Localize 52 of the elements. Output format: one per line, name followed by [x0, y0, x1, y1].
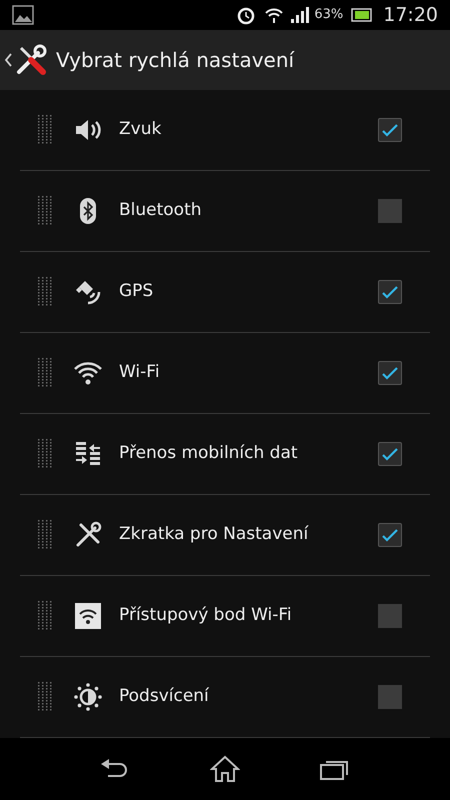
back-icon[interactable] — [100, 758, 130, 780]
battery-percent: 63% — [314, 6, 344, 24]
clock-time: 17:20 — [383, 2, 438, 28]
setting-row[interactable]: Zkratka pro Nastavení — [20, 495, 430, 576]
back-caret-icon — [4, 52, 12, 68]
recent-apps-icon[interactable] — [320, 758, 350, 780]
drag-handle-icon[interactable] — [38, 277, 53, 307]
home-icon[interactable] — [210, 755, 240, 783]
drag-handle-icon[interactable] — [38, 439, 53, 469]
setting-label: Wi-Fi — [119, 361, 161, 384]
checkbox[interactable] — [378, 361, 402, 385]
image-icon — [12, 5, 34, 25]
checkbox[interactable] — [378, 685, 402, 709]
checkbox[interactable] — [378, 442, 402, 466]
check-icon — [381, 123, 399, 137]
setting-label: Zvuk — [119, 118, 162, 142]
setting-label: Přístupový bod Wi-Fi — [119, 604, 293, 628]
check-icon — [381, 447, 399, 461]
setting-row[interactable]: Přístupový bod Wi-Fi — [20, 576, 430, 657]
setting-row[interactable]: Bluetooth — [20, 171, 430, 252]
setting-row[interactable]: Přenos mobilních dat — [20, 414, 430, 495]
hotspot-icon — [73, 601, 103, 631]
screen-title: Vybrat rychlá nastavení — [56, 47, 294, 74]
drag-handle-icon[interactable] — [38, 601, 53, 631]
setting-label: Podsvícení — [119, 685, 210, 708]
back-button[interactable] — [4, 43, 48, 77]
drag-handle-icon[interactable] — [38, 682, 53, 712]
tools-icon — [14, 43, 48, 77]
checkbox[interactable] — [378, 199, 402, 223]
check-icon — [381, 528, 399, 542]
battery-icon — [351, 8, 374, 22]
drag-handle-icon[interactable] — [38, 115, 53, 145]
signal-icon — [290, 6, 310, 24]
checkbox[interactable] — [378, 280, 402, 304]
setting-label: Bluetooth — [119, 199, 203, 222]
checkbox[interactable] — [378, 604, 402, 628]
alarm-clock-icon — [236, 5, 256, 25]
drag-handle-icon[interactable] — [38, 358, 53, 388]
setting-label: Přenos mobilních dat — [119, 442, 299, 466]
drag-handle-icon[interactable] — [38, 196, 53, 226]
wifi-icon — [264, 6, 284, 24]
check-icon — [381, 285, 399, 299]
checkbox[interactable] — [378, 118, 402, 142]
setting-row[interactable]: Wi-Fi — [20, 333, 430, 414]
check-icon — [381, 366, 399, 380]
drag-handle-icon[interactable] — [38, 520, 53, 550]
setting-label: Zkratka pro Nastavení — [119, 523, 310, 546]
checkbox[interactable] — [378, 523, 402, 547]
brightness-icon — [73, 682, 103, 712]
setting-row[interactable]: Zvuk — [20, 90, 430, 171]
setting-row[interactable]: GPS — [20, 252, 430, 333]
setting-label: GPS — [119, 280, 154, 304]
